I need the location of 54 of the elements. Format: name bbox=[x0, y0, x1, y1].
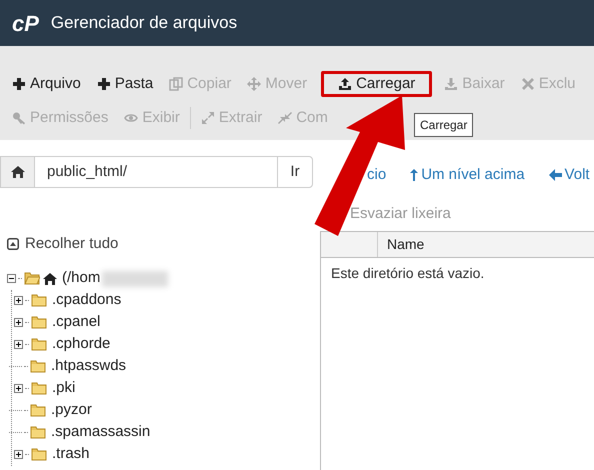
key-icon bbox=[12, 111, 26, 125]
nav-link[interactable]: cio bbox=[367, 164, 386, 186]
expand-toggle-icon[interactable] bbox=[14, 296, 23, 305]
collapse-toggle-icon[interactable] bbox=[7, 274, 16, 283]
folder-icon bbox=[30, 426, 46, 439]
plus-icon bbox=[96, 77, 111, 91]
folder-icon bbox=[31, 338, 47, 351]
path-field[interactable]: public_html/ Ir bbox=[0, 156, 313, 188]
go-button[interactable]: Ir bbox=[277, 157, 312, 187]
folder-icon bbox=[30, 404, 46, 417]
folder-icon bbox=[31, 294, 47, 307]
collapse-icon bbox=[7, 238, 19, 250]
tree-item[interactable]: .htpasswds bbox=[51, 355, 126, 378]
window-title: Gerenciador de arquivos bbox=[50, 12, 238, 34]
folder-icon bbox=[30, 360, 46, 373]
back-arrow-icon bbox=[548, 169, 562, 182]
compress-icon bbox=[278, 111, 292, 125]
nav-link[interactable]: Um nível acima bbox=[410, 164, 525, 186]
tree-item[interactable]: .spamassassin bbox=[51, 421, 150, 444]
open-folder-icon bbox=[24, 272, 40, 285]
home-icon bbox=[42, 272, 58, 286]
blurred-region bbox=[102, 270, 168, 286]
upload-icon bbox=[338, 77, 352, 91]
tree-item[interactable]: .trash bbox=[52, 443, 90, 466]
expand-toggle-icon[interactable] bbox=[14, 450, 23, 459]
expand-toggle-icon[interactable] bbox=[14, 384, 23, 393]
collapse-all-link[interactable]: Recolher tudo bbox=[25, 233, 118, 256]
tree-item[interactable]: .cpanel bbox=[52, 311, 100, 334]
column-header[interactable]: Name bbox=[387, 234, 424, 255]
tree-item[interactable]: .pki bbox=[52, 377, 76, 400]
toolbar-button[interactable]: Carregar bbox=[321, 71, 432, 97]
expand-toggle-icon[interactable] bbox=[14, 340, 23, 349]
folder-icon bbox=[31, 316, 47, 329]
tooltip: Carregar bbox=[414, 113, 474, 137]
copy-icon bbox=[169, 77, 184, 91]
tree-item[interactable]: .pyzor bbox=[51, 399, 92, 422]
folder-icon bbox=[31, 382, 47, 395]
close-icon bbox=[520, 77, 535, 91]
up-arrow-icon bbox=[410, 168, 418, 182]
expand-toggle-icon[interactable] bbox=[14, 318, 23, 327]
folder-icon bbox=[31, 448, 47, 461]
empty-message: Este diretório está vazio. bbox=[330, 264, 486, 283]
home-icon[interactable] bbox=[1, 157, 35, 187]
expand-icon bbox=[200, 111, 215, 125]
tree-item[interactable]: .cphorde bbox=[52, 333, 110, 356]
download-icon bbox=[444, 77, 458, 91]
tree-item[interactable]: .cpaddons bbox=[52, 289, 122, 312]
toolbar-button[interactable]: Arquivo bbox=[6, 71, 87, 97]
cpanel-logo: cP bbox=[12, 10, 39, 38]
plus-icon bbox=[12, 77, 26, 91]
tree-item[interactable]: (/hom bbox=[62, 267, 100, 290]
move-icon bbox=[247, 77, 262, 91]
toolbar-button[interactable]: Pasta bbox=[90, 71, 160, 97]
nav-link[interactable]: Volt bbox=[548, 164, 590, 186]
